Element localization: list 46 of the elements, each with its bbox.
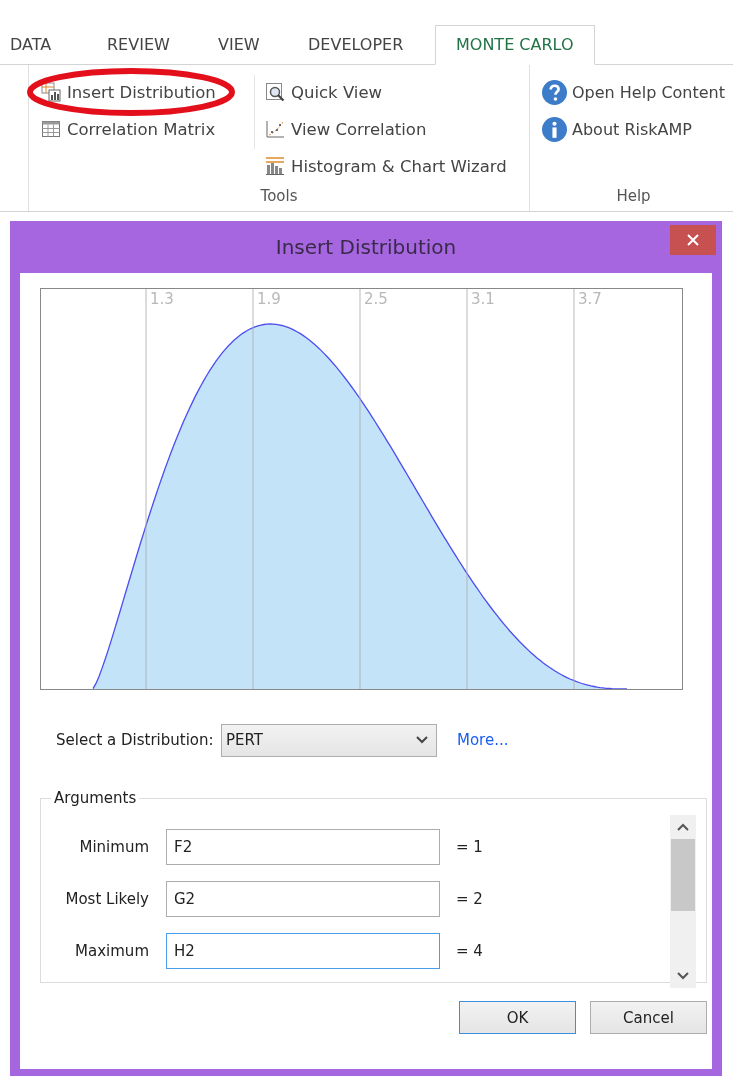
result-text: = 4 bbox=[456, 942, 483, 960]
axis-label: 3.7 bbox=[578, 290, 602, 308]
close-button[interactable] bbox=[670, 225, 716, 255]
scroll-thumb[interactable] bbox=[671, 839, 695, 911]
caret-icon bbox=[416, 736, 428, 744]
distribution-dropdown[interactable]: PERT bbox=[221, 723, 437, 757]
scroll-bar[interactable] bbox=[670, 815, 696, 988]
input-field[interactable]: H2 bbox=[166, 933, 440, 969]
field-label: Select a Distribution: bbox=[55, 731, 215, 749]
ribbon-tab[interactable]: MONTE CARLO bbox=[435, 25, 595, 65]
ribbon-button[interactable]: Correlation Matrix bbox=[39, 112, 218, 146]
help-icon bbox=[542, 79, 567, 105]
magnifier-icon bbox=[265, 82, 285, 102]
ribbon-button[interactable]: Open Help Content bbox=[540, 75, 727, 109]
histogram-icon bbox=[265, 156, 285, 176]
ribbon-tab[interactable]: DEVELOPER bbox=[308, 25, 435, 64]
input-field[interactable]: G2 bbox=[166, 881, 440, 917]
group-label: Tools bbox=[259, 187, 299, 207]
info-icon bbox=[542, 116, 567, 142]
ribbon-button[interactable]: View Correlation bbox=[263, 112, 429, 146]
cancel-button[interactable]: Cancel bbox=[590, 1001, 707, 1034]
result-text: = 2 bbox=[456, 890, 483, 908]
close-icon bbox=[687, 234, 699, 246]
axis-label: 2.5 bbox=[364, 290, 388, 308]
ribbon-tab[interactable]: VIEW bbox=[218, 25, 308, 64]
ribbon-button[interactable]: Histogram & Chart Wizard bbox=[263, 149, 509, 183]
axis-label: 1.3 bbox=[150, 290, 174, 308]
result-text: = 1 bbox=[456, 838, 483, 856]
group-label: Help bbox=[615, 187, 652, 207]
ribbon-tab[interactable]: DATA bbox=[10, 25, 107, 64]
grid-icon bbox=[41, 119, 61, 139]
field-label: Maximum bbox=[74, 942, 149, 960]
ok-button[interactable]: OK bbox=[459, 1001, 576, 1034]
table-chart-icon bbox=[41, 82, 61, 102]
input-field[interactable]: F2 bbox=[166, 829, 440, 865]
window-title: Insert Distribution bbox=[275, 235, 457, 259]
ribbon-button[interactable]: About RiskAMP bbox=[540, 112, 694, 146]
scatter-plot-icon bbox=[265, 119, 285, 139]
field-label: Minimum bbox=[78, 838, 149, 856]
ribbon-tab[interactable]: REVIEW bbox=[107, 25, 218, 64]
field-label: Most Likely bbox=[64, 890, 149, 908]
group-legend: Arguments bbox=[51, 789, 140, 807]
axis-label: 1.9 bbox=[257, 290, 281, 308]
more-link[interactable]: More... bbox=[457, 731, 509, 749]
ribbon-button[interactable]: Quick View bbox=[263, 75, 385, 109]
axis-label: 3.1 bbox=[471, 290, 495, 308]
